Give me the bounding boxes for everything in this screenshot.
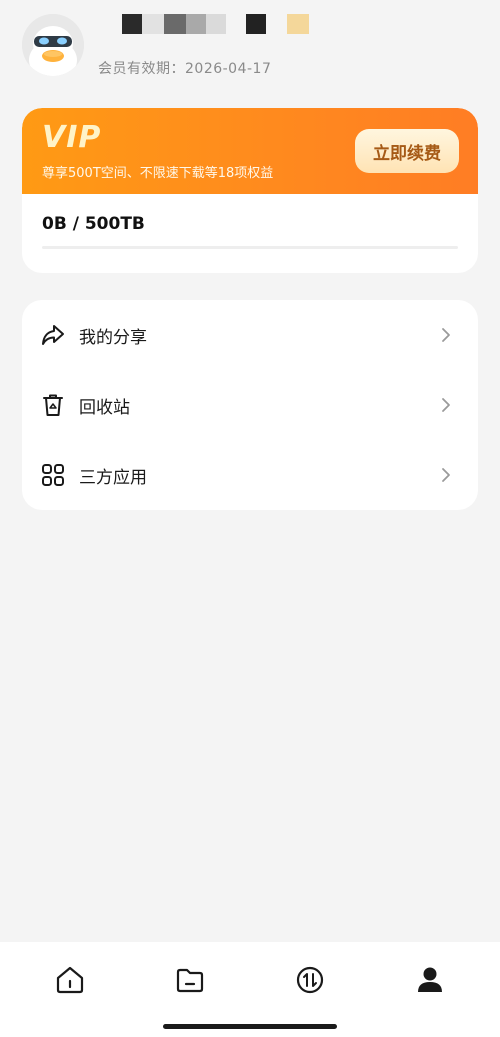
home-icon	[54, 964, 86, 1000]
menu-list: 我的分享 回收站 三方应用	[22, 300, 478, 510]
chevron-right-icon	[440, 327, 452, 343]
profile-header: 会员有效期：2026-04-17	[0, 0, 500, 100]
vip-title: VIP	[42, 120, 102, 155]
transfer-icon	[294, 964, 326, 1000]
bottom-navigation	[0, 942, 500, 1037]
menu-item-recycle-bin[interactable]: 回收站	[22, 370, 478, 440]
nav-files[interactable]	[170, 962, 210, 1002]
chevron-right-icon	[440, 467, 452, 483]
nav-transfers[interactable]	[290, 962, 330, 1002]
vip-banner: VIP 尊享500T空间、不限速下载等18项权益 立即续费	[22, 108, 478, 194]
vip-card: VIP 尊享500T空间、不限速下载等18项权益 立即续费 0B / 500TB	[22, 108, 478, 273]
menu-item-label: 三方应用	[79, 467, 147, 488]
renew-button[interactable]: 立即续费	[355, 129, 459, 173]
apps-grid-icon	[40, 462, 66, 488]
membership-expiry: 会员有效期：2026-04-17	[98, 61, 272, 77]
menu-item-third-party-apps[interactable]: 三方应用	[22, 440, 478, 510]
profile-icon	[414, 964, 446, 1000]
chevron-right-icon	[440, 397, 452, 413]
menu-item-my-shares[interactable]: 我的分享	[22, 300, 478, 370]
share-icon	[40, 322, 66, 348]
avatar[interactable]	[22, 14, 84, 76]
nav-profile[interactable]	[410, 962, 450, 1002]
storage-usage-text: 0B / 500TB	[42, 214, 145, 234]
nav-home[interactable]	[50, 962, 90, 1002]
menu-item-label: 我的分享	[79, 327, 147, 348]
duck-avatar-icon	[22, 14, 84, 76]
vip-description: 尊享500T空间、不限速下载等18项权益	[42, 166, 274, 181]
storage-progress-bar	[42, 246, 458, 249]
trash-icon	[40, 392, 66, 418]
menu-item-label: 回收站	[79, 397, 130, 418]
folder-icon	[174, 964, 206, 1000]
home-indicator	[163, 1024, 337, 1029]
